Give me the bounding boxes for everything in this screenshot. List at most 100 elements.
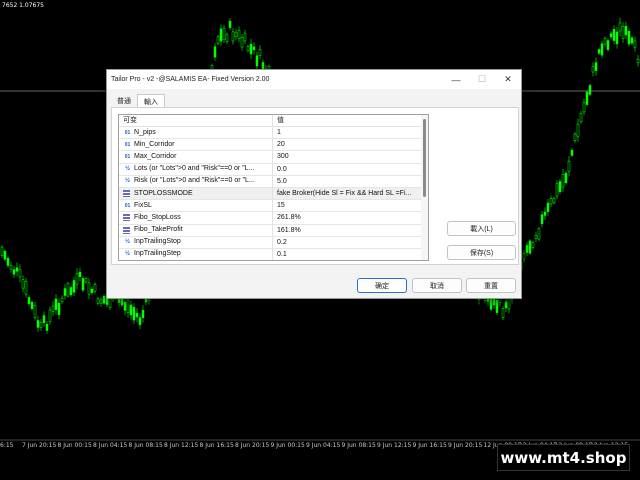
close-icon[interactable]: ✕ (495, 70, 521, 89)
candle-body (141, 310, 145, 319)
candle-body (489, 298, 493, 310)
save-button[interactable]: 保存(S) (447, 245, 516, 260)
candle-body (258, 48, 262, 56)
candle-body (72, 280, 76, 293)
candle-body (12, 269, 16, 275)
candle-body (87, 282, 91, 295)
double-type-icon: ½ (124, 251, 130, 258)
reset-button[interactable]: 重置 (466, 278, 516, 293)
parameter-name-text: InpTrailingStop (134, 238, 181, 246)
parameter-row[interactable]: Fibo_StopLoss 261.8% (119, 212, 428, 225)
load-button[interactable]: 載入(L) (447, 221, 516, 236)
candle-body (597, 49, 601, 54)
integer-type-icon: 01 (124, 129, 131, 136)
parameter-value[interactable]: 1 (273, 127, 421, 138)
parameter-value[interactable]: 0.1 (273, 249, 421, 260)
scrollbar-thumb[interactable] (423, 119, 426, 197)
candle-body (6, 257, 10, 266)
parameter-name: Fibo_TakeProfit (119, 224, 273, 236)
parameter-row[interactable]: Fibo_TakeProfit 161.8% (119, 224, 428, 237)
parameter-row[interactable]: ½ Lots (or "Lots">0 and "Risk"==0 or "L..… (119, 163, 428, 176)
candle-body (213, 46, 217, 58)
candle-body (81, 278, 85, 291)
candle-body (531, 242, 535, 248)
column-header-variable[interactable]: 可变 (119, 115, 273, 126)
parameter-value[interactable]: 161.8% (273, 225, 421, 236)
candle-body (579, 113, 583, 123)
parameter-row[interactable]: 01 N_pips 1 (119, 127, 428, 140)
candle-body (543, 211, 547, 216)
parameter-name-text: Lots (or "Lots">0 and "Risk"==0 or "L... (134, 165, 255, 173)
parameter-value[interactable]: fake Broker(Hide Sl = Fix && Hard SL =Fi… (273, 188, 421, 199)
parameter-name: ½ Lots (or "Lots">0 and "Risk"==0 or "L..… (119, 163, 273, 175)
candle-body (573, 133, 577, 141)
candle-body (3, 250, 7, 260)
candle-body (219, 28, 223, 42)
candle-body (585, 91, 589, 105)
candle-body (216, 36, 220, 44)
candle-body (234, 31, 238, 38)
candle-body (15, 267, 19, 272)
candle-body (93, 284, 97, 292)
parameter-name-text: FixSL (134, 201, 152, 209)
candle-body (627, 31, 631, 45)
time-label: 9 Jun 20:15 (448, 442, 483, 449)
candle-body (243, 32, 247, 42)
parameter-value[interactable]: 261.8% (273, 212, 421, 223)
ok-button[interactable]: 确定 (357, 278, 407, 293)
tab-inputs[interactable]: 輸入 (137, 94, 165, 108)
dialog-title: Tailor Pro - v2 -@SALAMIS EA- Fixed Vers… (111, 76, 270, 83)
tab-common[interactable]: 普通 (111, 94, 137, 108)
time-label: 9 Jun 08:15 (341, 442, 376, 449)
parameter-row[interactable]: ½ Risk (or "Lots">0 and "Risk"==0 or "L..… (119, 175, 428, 188)
time-label: 9 Jun 16:15 (412, 442, 447, 449)
parameter-name: 01 FixSL (119, 200, 273, 212)
parameter-name: ½ Risk (or "Lots">0 and "Risk"==0 or "L..… (119, 175, 273, 187)
parameter-row[interactable]: ½ InpTrailingStep 0.1 (119, 248, 428, 260)
parameter-value[interactable]: 5.0 (273, 176, 421, 187)
time-label: 9 Jun 04:15 (306, 442, 341, 449)
parameter-row[interactable]: 01 Min_Corridor 20 (119, 139, 428, 152)
parameter-value[interactable]: 0.2 (273, 237, 421, 248)
candle-body (621, 26, 625, 39)
parameter-name-text: InpTrailingStep (134, 250, 181, 258)
cancel-button[interactable]: 取消 (412, 278, 462, 293)
candle-body (231, 31, 235, 42)
candle-body (102, 295, 106, 304)
time-label: 6:15 (0, 442, 14, 449)
parameter-name: STOPLOSSMODE (119, 187, 273, 200)
parameter-value[interactable]: 15 (273, 200, 421, 211)
parameter-value[interactable]: 20 (273, 139, 421, 150)
candle-body (606, 40, 610, 50)
double-type-icon: ½ (124, 239, 130, 246)
candle-body (555, 183, 559, 197)
candle-body (549, 198, 553, 205)
candle-body (66, 283, 70, 297)
parameter-name: 01 Max_Corridor (119, 151, 273, 163)
candle-body (249, 43, 253, 55)
candle-body (564, 172, 568, 184)
candle-body (525, 245, 529, 253)
maximize-icon[interactable]: ☐ (469, 70, 495, 89)
parameter-row[interactable]: ½ InpTrailingStop 0.2 (119, 236, 428, 249)
candle-body (84, 278, 88, 283)
candle-body (501, 308, 505, 318)
parameter-row[interactable]: 01 Max_Corridor 300 (119, 151, 428, 164)
parameter-row[interactable]: STOPLOSSMODE fake Broker(Hide Sl = Fix &&… (119, 187, 428, 201)
time-label: 8 Jun 12:15 (164, 442, 199, 449)
parameter-value[interactable]: 300 (273, 151, 421, 162)
time-label: 8 Jun 00:15 (57, 442, 92, 449)
column-header-value[interactable]: 值 (273, 115, 421, 126)
candle-body (78, 271, 82, 277)
parameter-name: Fibo_StopLoss (119, 212, 273, 224)
grid-scrollbar[interactable] (421, 115, 428, 260)
title-bar[interactable]: Tailor Pro - v2 -@SALAMIS EA- Fixed Vers… (107, 70, 521, 89)
grid-header: 可变 值 (119, 115, 428, 127)
candle-body (534, 235, 538, 239)
parameter-row[interactable]: 01 FixSL 15 (119, 200, 428, 213)
candle-body (96, 298, 100, 304)
parameter-value[interactable]: 0.0 (273, 164, 421, 175)
candle-body (495, 300, 499, 313)
candle-body (0, 246, 4, 256)
minimize-icon[interactable]: — (443, 70, 469, 89)
